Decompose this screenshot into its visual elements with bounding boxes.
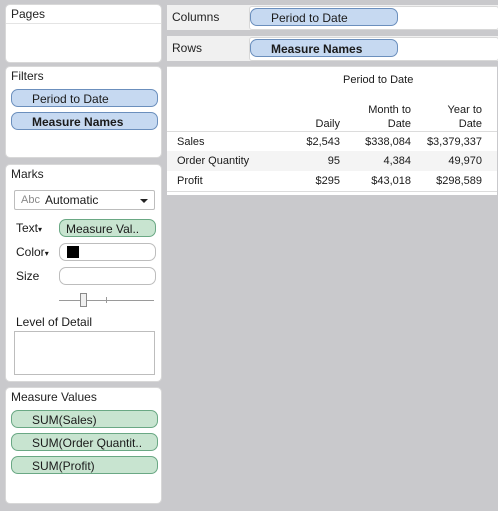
col-header-mtd-line2: Date: [387, 118, 411, 130]
col-header-mtd-line1: Month to: [368, 104, 411, 116]
marks-title: Marks: [11, 167, 44, 181]
columns-label: Columns: [172, 10, 220, 24]
size-slider-handle[interactable]: [80, 293, 87, 307]
columns-pill-period-to-date[interactable]: Period to Date: [250, 8, 398, 26]
text-shelf-measure-values-pill[interactable]: Measure Val..: [59, 219, 156, 237]
crosstab-view[interactable]: Period to Date Daily Month to Date Year …: [167, 66, 497, 195]
size-slider-tick: [106, 297, 107, 303]
mark-type-dropdown[interactable]: Abc Automatic: [14, 190, 155, 210]
filters-title: Filters: [11, 69, 44, 83]
col-header-ytd-line1: Year to: [447, 104, 482, 116]
cell-daily: $295: [315, 175, 340, 187]
measure-value-sum-profit[interactable]: SUM(Profit): [11, 456, 158, 474]
mark-type-abbr: Abc: [21, 194, 40, 206]
rows-label: Rows: [172, 41, 203, 55]
chevron-down-icon: [140, 199, 148, 203]
size-field[interactable]: [59, 267, 156, 285]
cell-daily: 95: [327, 155, 340, 167]
level-of-detail-area[interactable]: [14, 331, 155, 375]
cell-daily: $2,543: [306, 136, 340, 148]
cell-month-to-date: 4,384: [383, 155, 411, 167]
pages-card[interactable]: Pages: [5, 4, 162, 63]
measure-value-sum-sales[interactable]: SUM(Sales): [11, 410, 158, 428]
columns-shelf[interactable]: Columns Period to Date: [167, 5, 498, 30]
cell-year-to-date: $3,379,337: [426, 136, 482, 148]
table-row[interactable]: Sales $2,543 $338,084 $3,379,337: [167, 131, 497, 152]
table-row[interactable]: Profit $295 $43,018 $298,589: [167, 171, 497, 191]
text-dropdown-icon: ▾: [38, 225, 43, 234]
size-label[interactable]: Size: [16, 269, 39, 283]
color-dropdown-icon: ▾: [44, 249, 49, 258]
table-row[interactable]: Order Quantity 95 4,384 49,970: [167, 151, 497, 171]
filter-pill-measure-names[interactable]: Measure Names: [11, 112, 158, 130]
table-bottom-border: [167, 191, 497, 192]
cell-month-to-date: $43,018: [371, 175, 411, 187]
pages-title: Pages: [11, 7, 46, 21]
row-label: Order Quantity: [177, 155, 250, 167]
rows-pill-measure-names[interactable]: Measure Names: [250, 39, 398, 57]
text-label-text: Text: [16, 221, 39, 235]
level-of-detail-label: Level of Detail: [16, 315, 93, 329]
cell-year-to-date: $298,589: [436, 175, 482, 187]
row-label: Profit: [177, 175, 203, 187]
crosstab-header: Period to Date: [343, 74, 414, 86]
measure-value-sum-order-quantity[interactable]: SUM(Order Quantit..: [11, 433, 158, 451]
text-label[interactable]: Text▾: [16, 221, 42, 235]
pages-divider: [6, 23, 161, 24]
color-label-text: Color: [16, 245, 45, 259]
measure-values-card[interactable]: Measure Values SUM(Sales) SUM(Order Quan…: [5, 387, 162, 504]
measure-values-title: Measure Values: [11, 390, 97, 404]
color-field[interactable]: [59, 243, 156, 261]
col-header-daily-line2: Daily: [315, 118, 340, 130]
cell-year-to-date: 49,970: [448, 155, 482, 167]
cell-month-to-date: $338,084: [365, 136, 411, 148]
color-swatch: [67, 246, 79, 258]
color-label[interactable]: Color▾: [16, 245, 49, 259]
row-label: Sales: [177, 136, 205, 148]
marks-card[interactable]: Marks Abc Automatic Text▾ Measure Val.. …: [5, 164, 162, 382]
col-header-ytd-line2: Date: [458, 118, 482, 130]
filters-card[interactable]: Filters Period to Date Measure Names: [5, 66, 162, 158]
mark-type-value: Automatic: [45, 193, 99, 207]
filter-pill-period-to-date[interactable]: Period to Date: [11, 89, 158, 107]
rows-shelf[interactable]: Rows Measure Names: [167, 36, 498, 61]
